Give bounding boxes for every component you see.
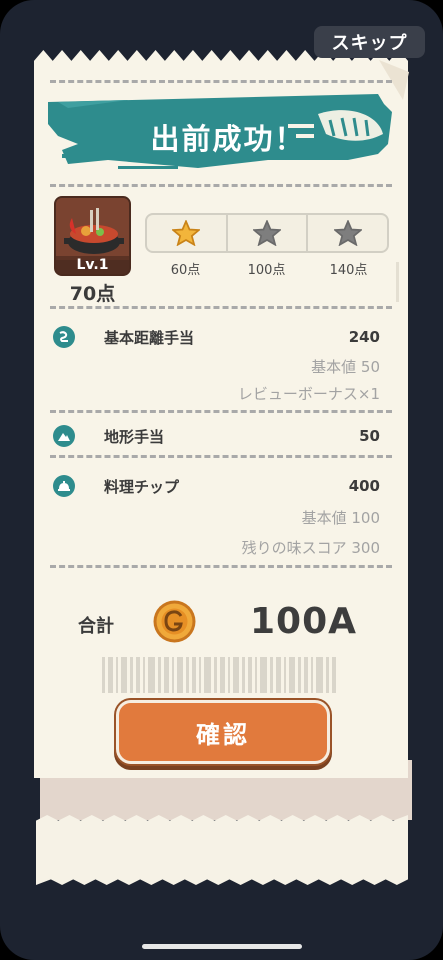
star-slot-1	[147, 215, 228, 251]
row-value-terrain: 50	[359, 427, 380, 445]
star-threshold-2: 100点	[247, 263, 286, 278]
barcode-icon	[102, 657, 336, 693]
star-rating	[145, 213, 389, 253]
dish-thumbnail: Lv.1	[54, 196, 131, 276]
dish-score: 70点	[69, 283, 116, 305]
star-threshold-1: 60点	[170, 263, 201, 278]
row-sub-tip-taste: 残りの味スコア 300	[241, 539, 380, 557]
row-value-distance: 240	[348, 328, 380, 346]
row-sub-distance-review: レビューボーナス×1	[237, 385, 380, 403]
receipt-stub	[36, 815, 408, 885]
row-sub-distance-base: 基本値 50	[311, 358, 380, 376]
banner-title: 出前成功！	[150, 122, 306, 156]
row-sub-tip-base: 基本値 100	[301, 509, 380, 527]
star-empty-icon	[333, 220, 362, 246]
star-slot-3	[308, 215, 387, 251]
row-value-tip: 400	[348, 477, 380, 495]
success-banner: 出前成功！	[48, 94, 392, 174]
confirm-button[interactable]: 確認	[119, 703, 327, 761]
star-slot-2	[228, 215, 309, 251]
star-threshold-3: 140点	[329, 263, 368, 278]
total-value: 100A	[250, 601, 358, 642]
star-filled-icon	[172, 220, 201, 246]
distance-icon	[53, 326, 75, 348]
row-title-tip: 料理チップ	[104, 478, 180, 496]
divider	[50, 455, 392, 458]
row-title-terrain: 地形手当	[104, 428, 165, 446]
coin-icon	[152, 599, 197, 644]
total-label: 合計	[78, 616, 114, 637]
dish-level: Lv.1	[56, 256, 129, 274]
divider	[396, 262, 399, 302]
terrain-icon	[53, 425, 75, 447]
game-screen: スキップ 出前成功！ Lv.1 70点 60点 100点 140点 基本距離手当…	[0, 0, 443, 960]
divider	[50, 565, 392, 568]
cloche-icon	[53, 475, 75, 497]
divider	[50, 184, 392, 187]
hotpot-dish-icon	[56, 198, 129, 260]
star-empty-icon	[253, 220, 281, 246]
divider	[50, 306, 392, 309]
row-title-distance: 基本距離手当	[104, 329, 195, 347]
home-indicator[interactable]	[142, 944, 302, 949]
skip-button[interactable]: スキップ	[314, 26, 425, 58]
divider	[50, 80, 392, 83]
divider	[50, 410, 392, 413]
